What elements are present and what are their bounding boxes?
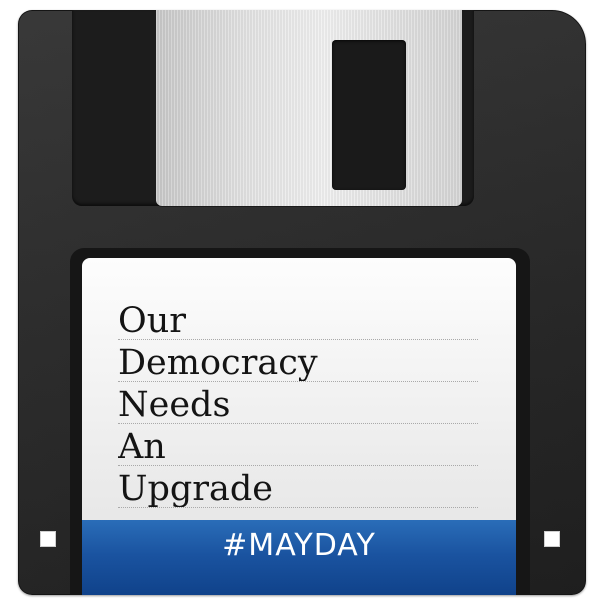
label-line: Needs <box>118 382 478 424</box>
floppy-disk-graphic: Our Democracy Needs An Upgrade #MAYDAY <box>0 0 600 600</box>
label-text-lines: Our Democracy Needs An Upgrade <box>118 298 478 508</box>
label-line: Upgrade <box>118 466 478 508</box>
label-line: Democracy <box>118 340 478 382</box>
hashtag-banner: #MAYDAY <box>82 520 516 595</box>
label-line: An <box>118 424 478 466</box>
metal-shutter <box>156 10 462 206</box>
shutter-window <box>332 40 406 190</box>
write-protect-hole <box>40 531 56 547</box>
disk-label: Our Democracy Needs An Upgrade #MAYDAY <box>82 258 516 595</box>
density-hole <box>544 531 560 547</box>
label-line: Our <box>118 298 478 340</box>
floppy-disk-body: Our Democracy Needs An Upgrade #MAYDAY <box>18 10 586 595</box>
hashtag-text: #MAYDAY <box>222 528 376 563</box>
